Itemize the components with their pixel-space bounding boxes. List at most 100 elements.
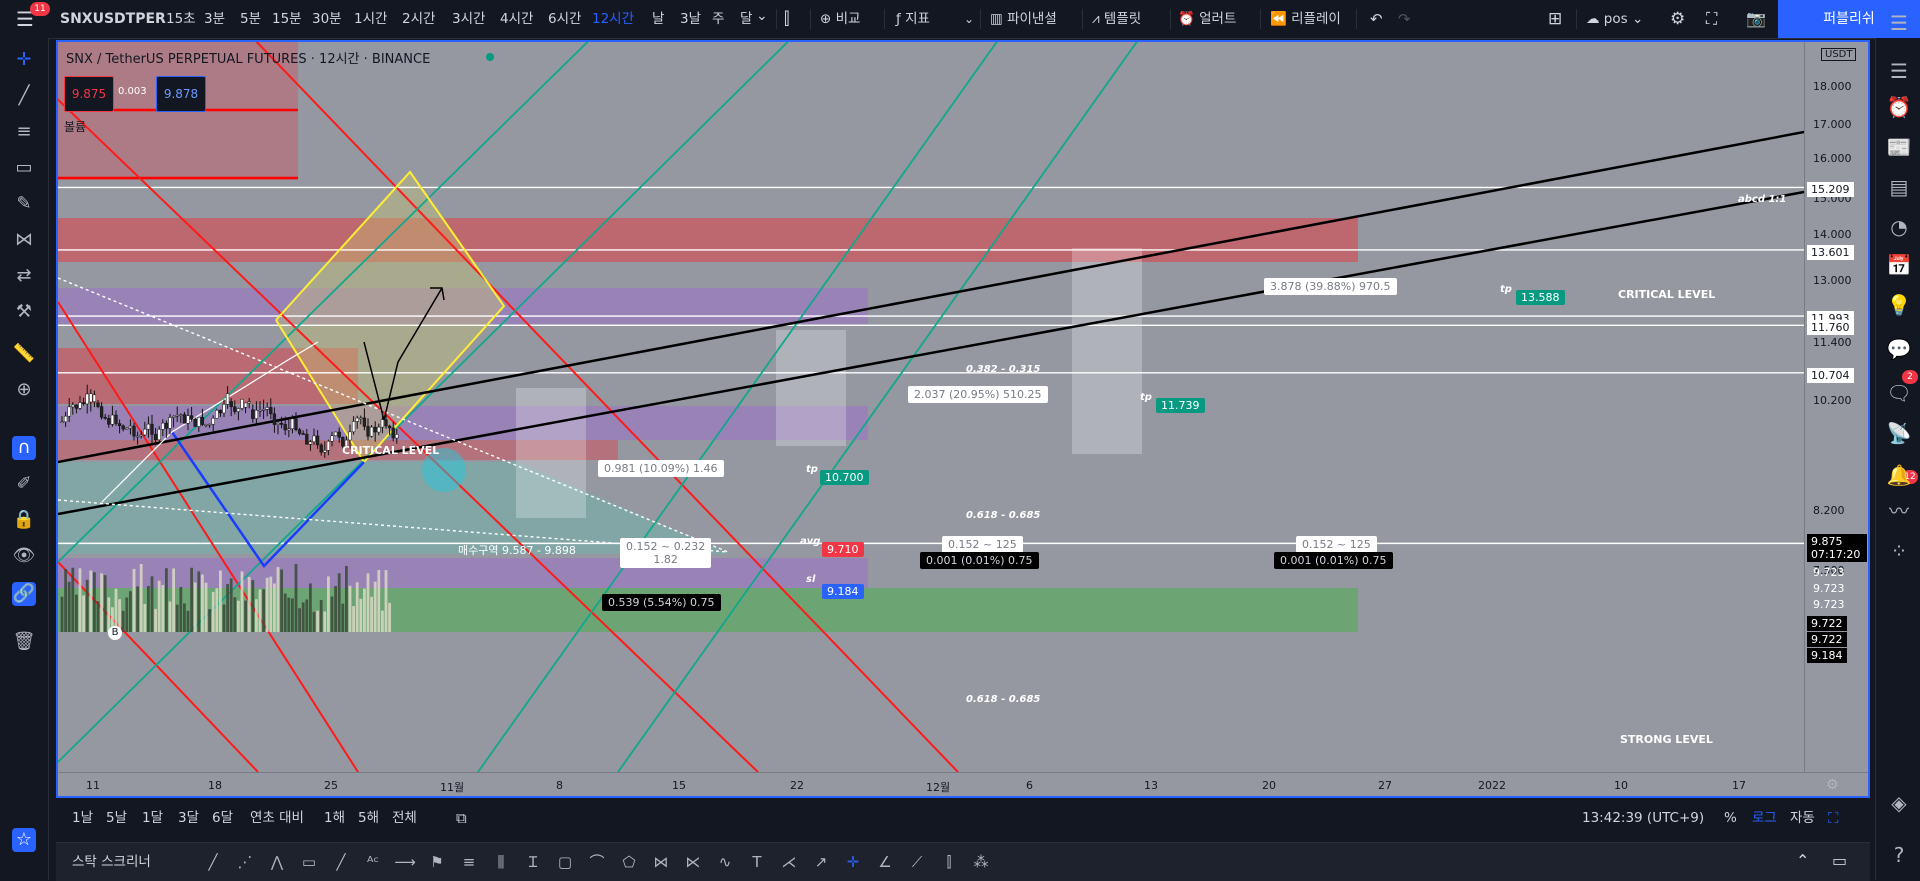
chart-pane[interactable]: SNX / TetherUS PERPETUAL FUTURES · 12시간 … bbox=[56, 40, 1870, 798]
timeframe-9[interactable]: 6시간 bbox=[548, 0, 581, 38]
datawindow-icon[interactable]: ▤ bbox=[1886, 174, 1912, 200]
list-icon[interactable]: ☰ bbox=[1886, 10, 1912, 36]
symbol-search[interactable]: SNXUSDTPER bbox=[60, 0, 166, 38]
templates-button[interactable]: ⩘ 템플릿 bbox=[1092, 0, 1141, 38]
timeframe-14[interactable]: 달 bbox=[740, 0, 752, 38]
zoom-in-icon[interactable]: ⊕ bbox=[12, 378, 36, 402]
financials-button[interactable]: ▥ 파이낸셜 bbox=[990, 0, 1057, 38]
watchlist-icon[interactable]: ☰ bbox=[1886, 58, 1912, 84]
chat-icon[interactable]: 💬 bbox=[1886, 336, 1912, 362]
range-button-0[interactable]: 1날 bbox=[72, 800, 93, 836]
layout-grid-icon[interactable]: ⊞ bbox=[1548, 0, 1562, 38]
tp2-value[interactable]: 11.739 bbox=[1156, 398, 1205, 413]
avg-value[interactable]: 9.710 bbox=[822, 542, 864, 557]
calendar-icon[interactable]: 📅 bbox=[1886, 252, 1912, 278]
callout-icon[interactable]: ▭ bbox=[298, 852, 320, 872]
text-cursor-icon[interactable]: Ɪ bbox=[522, 852, 544, 872]
trendline-icon[interactable]: ╱ bbox=[12, 84, 36, 108]
arrow-icon[interactable]: ↗ bbox=[810, 852, 832, 872]
crosshair-icon[interactable]: ✛ bbox=[842, 852, 864, 872]
range-button-6[interactable]: 1해 bbox=[324, 800, 345, 836]
gear-icon[interactable]: ⚙ bbox=[1670, 0, 1685, 38]
fib-retracement-icon[interactable]: ≡ bbox=[458, 852, 480, 872]
timeframe-7[interactable]: 3시간 bbox=[452, 0, 485, 38]
shape-icon[interactable]: ⬠ bbox=[618, 852, 640, 872]
indicators-button[interactable]: ƒ 지표 bbox=[896, 0, 930, 38]
curve-icon[interactable]: ∿ bbox=[714, 852, 736, 872]
ruler-icon[interactable]: ⟋ bbox=[906, 852, 928, 872]
streams-icon[interactable]: 📡 bbox=[1886, 420, 1912, 446]
range-button-1[interactable]: 5날 bbox=[106, 800, 127, 836]
gear-icon[interactable]: ⚙ bbox=[1826, 777, 1839, 793]
percent-toggle[interactable]: % bbox=[1724, 800, 1737, 836]
time-axis[interactable]: 11 18 25 11월 8 15 22 12월 6 13 20 27 2022 10 17 ⚙ bbox=[58, 772, 1868, 796]
channel-icon[interactable]: ⫼ bbox=[490, 852, 512, 872]
range-button-7[interactable]: 5해 bbox=[358, 800, 379, 836]
hotlist-icon[interactable]: ◔ bbox=[1886, 214, 1912, 240]
buy-button[interactable]: 9.878 bbox=[156, 76, 206, 112]
range-button-4[interactable]: 6달 bbox=[212, 800, 233, 836]
timeframe-4[interactable]: 30분 bbox=[312, 0, 342, 38]
gann-icon[interactable]: ⋈ bbox=[650, 852, 672, 872]
rectangle-icon[interactable]: ▭ bbox=[12, 156, 36, 180]
projection-icon[interactable]: ⋌ bbox=[778, 852, 800, 872]
brush-icon[interactable]: ╱ bbox=[330, 852, 352, 872]
fib-icon[interactable]: ≡ bbox=[12, 120, 36, 144]
star-icon[interactable]: ☆ bbox=[12, 828, 36, 852]
stock-screener-tab[interactable]: 스탁 스크리너 bbox=[72, 843, 151, 881]
pulse-icon[interactable]: 〰 bbox=[1886, 498, 1912, 524]
replay-button[interactable]: ⏪ 리플레이 bbox=[1270, 0, 1341, 38]
candle-type-icon[interactable]: ⫿ bbox=[784, 0, 789, 38]
horizontal-ray-icon[interactable]: ⟶ bbox=[394, 852, 416, 872]
layout-save-button[interactable]: ☁ pos ⌄ bbox=[1586, 0, 1643, 38]
range-button-3[interactable]: 3달 bbox=[178, 800, 199, 836]
pattern-icon[interactable]: ⋀ bbox=[266, 852, 288, 872]
prediction-icon[interactable]: ⇄ bbox=[12, 264, 36, 288]
sell-button[interactable]: 9.875 bbox=[64, 76, 114, 112]
eye-icon[interactable]: 👁 bbox=[12, 544, 36, 568]
fullscreen-icon[interactable]: ⛶ bbox=[1828, 800, 1839, 836]
compare-button[interactable]: ⊕ 비교 bbox=[820, 0, 860, 38]
range-button-5[interactable]: 연초 대비 bbox=[250, 800, 304, 836]
fib-circle-icon[interactable]: ⌒ bbox=[586, 852, 608, 872]
trash-icon[interactable]: 🗑 bbox=[12, 630, 36, 654]
timeframe-1[interactable]: 3분 bbox=[204, 0, 225, 38]
crosshair-icon[interactable]: ✛ bbox=[12, 48, 36, 72]
auto-toggle[interactable]: 자동 bbox=[1790, 800, 1815, 836]
fan-icon[interactable]: ∠ bbox=[874, 852, 896, 872]
flag-icon[interactable]: ⚑ bbox=[426, 852, 448, 872]
ruler-icon[interactable]: 📏 bbox=[12, 342, 36, 366]
timeframe-13[interactable]: 주 bbox=[712, 0, 724, 38]
dots-icon[interactable]: ⁘ bbox=[1886, 538, 1912, 564]
clock-label[interactable]: 13:42:39 (UTC+9) bbox=[1582, 800, 1704, 836]
tp1-value[interactable]: 10.700 bbox=[820, 470, 869, 485]
timeframe-0[interactable]: 15초 bbox=[166, 0, 196, 38]
price-scale[interactable]: USDT 18.000 17.000 16.000 15.000 14.000 13.00… bbox=[1804, 42, 1868, 772]
bell-icon[interactable]: 🔔 bbox=[1886, 462, 1912, 488]
pitchfork-icon[interactable]: ⋰ bbox=[234, 852, 256, 872]
log-toggle[interactable]: 로그 bbox=[1752, 800, 1777, 836]
redo-icon[interactable]: ↷ bbox=[1398, 0, 1411, 38]
alert-button[interactable]: ⏰ 얼러트 bbox=[1178, 0, 1236, 38]
flow-icon[interactable]: ⁂ bbox=[970, 852, 992, 872]
text-icon[interactable]: T bbox=[746, 852, 768, 872]
magnet-icon[interactable]: ∩ bbox=[12, 436, 36, 460]
pattern-icon[interactable]: ⋈ bbox=[12, 228, 36, 252]
timeframe-10[interactable]: 12시간 bbox=[592, 0, 634, 38]
goto-date-icon[interactable]: ⧉ bbox=[456, 800, 467, 836]
chevron-up-icon[interactable]: ⌃ bbox=[1796, 851, 1809, 870]
currency-label[interactable]: USDT bbox=[1821, 48, 1857, 61]
layers-icon[interactable]: ◈ bbox=[1886, 790, 1912, 816]
ideas-icon[interactable]: 💡 bbox=[1886, 292, 1912, 318]
abc-icon[interactable]: ᴬᶜ bbox=[362, 852, 384, 872]
rectangle-icon[interactable]: ▢ bbox=[554, 852, 576, 872]
bars-icon[interactable]: ⫿ bbox=[938, 852, 960, 872]
chevron-down-icon[interactable]: ⌄ bbox=[964, 0, 974, 38]
timeframe-5[interactable]: 1시간 bbox=[354, 0, 387, 38]
xabcd-icon[interactable]: ⋉ bbox=[682, 852, 704, 872]
timeframe-6[interactable]: 2시간 bbox=[402, 0, 435, 38]
alarm-clock-icon[interactable]: ⏰ bbox=[1886, 94, 1912, 120]
trendline-icon[interactable]: ╱ bbox=[202, 852, 224, 872]
chevron-down-icon[interactable]: ⌄ bbox=[756, 8, 768, 24]
sl-value[interactable]: 9.184 bbox=[822, 584, 864, 599]
